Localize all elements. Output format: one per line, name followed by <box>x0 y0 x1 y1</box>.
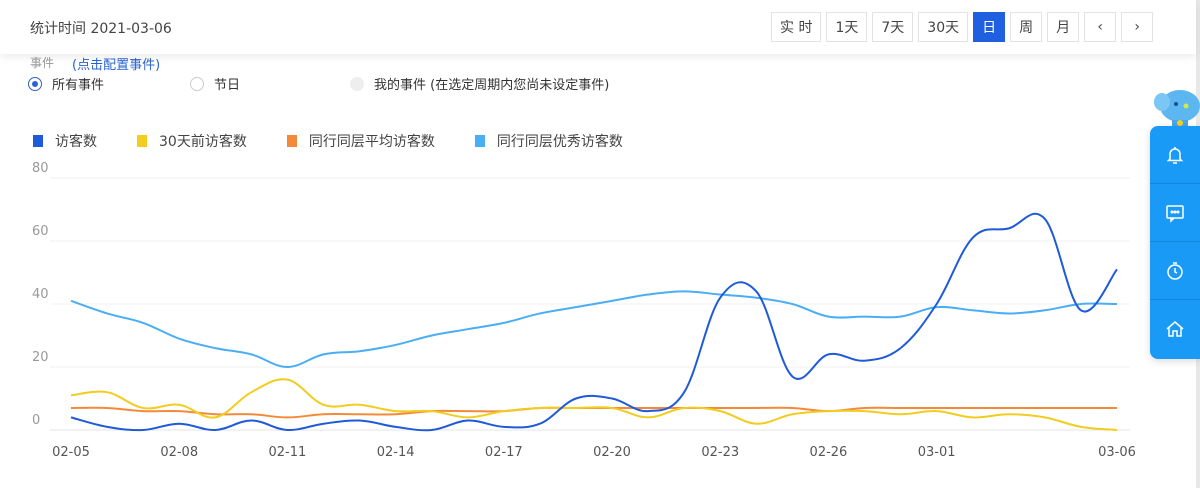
x-tick-label: 02-23 <box>701 445 739 460</box>
prev-button[interactable]: ‹ <box>1084 12 1117 42</box>
x-tick-label: 02-11 <box>269 445 307 460</box>
y-tick-label: 20 <box>32 350 49 365</box>
7day-button[interactable]: 7天 <box>872 12 914 42</box>
x-tick-label: 02-14 <box>377 445 415 460</box>
x-tick-label: 02-26 <box>810 445 848 460</box>
bell-icon <box>1166 146 1184 164</box>
notifications-button[interactable] <box>1150 126 1200 184</box>
month-button[interactable]: 月 <box>1047 12 1080 42</box>
y-tick-label: 80 <box>32 161 49 176</box>
series-line-3 <box>70 290 1118 369</box>
x-tick-label: 03-01 <box>918 445 956 460</box>
30day-button[interactable]: 30天 <box>918 12 969 42</box>
series-line-0 <box>70 212 1118 432</box>
y-tick-label: 40 <box>32 287 49 302</box>
chat-icon <box>1166 204 1184 223</box>
y-tick-label: 60 <box>32 224 49 239</box>
series-line-1 <box>70 378 1118 431</box>
next-button[interactable]: › <box>1121 12 1154 42</box>
x-tick-label: 02-20 <box>593 445 631 460</box>
toolbar: 统计时间 2021-03-06 实 时 1天 7天 30天 日 周 月 ‹ › <box>0 0 1196 54</box>
timer-button[interactable] <box>1150 242 1200 300</box>
week-button[interactable]: 周 <box>1010 12 1043 42</box>
x-tick-label: 03-06 <box>1098 445 1136 460</box>
y-tick-label: 0 <box>32 413 40 428</box>
x-tick-label: 02-17 <box>485 445 523 460</box>
period-buttons: 实 时 1天 7天 30天 日 周 月 ‹ › <box>771 12 1154 42</box>
home-icon <box>1166 321 1184 337</box>
home-button[interactable] <box>1150 300 1200 358</box>
1day-button[interactable]: 1天 <box>826 12 868 42</box>
stat-time: 统计时间 2021-03-06 <box>30 21 172 37</box>
stopwatch-icon <box>1167 261 1183 280</box>
side-toolbar <box>1150 126 1200 359</box>
messages-button[interactable] <box>1150 184 1200 242</box>
line-chart: 0 20 40 60 80 02-05 02-08 02-11 02-14 02-17 02-20 0… <box>32 161 1136 460</box>
x-tick-label: 02-08 <box>160 445 198 460</box>
x-tick-label: 02-05 <box>52 445 90 460</box>
day-button[interactable]: 日 <box>973 12 1006 42</box>
mascot-elephant-icon[interactable] <box>1154 86 1200 128</box>
realtime-button[interactable]: 实 时 <box>771 12 822 42</box>
